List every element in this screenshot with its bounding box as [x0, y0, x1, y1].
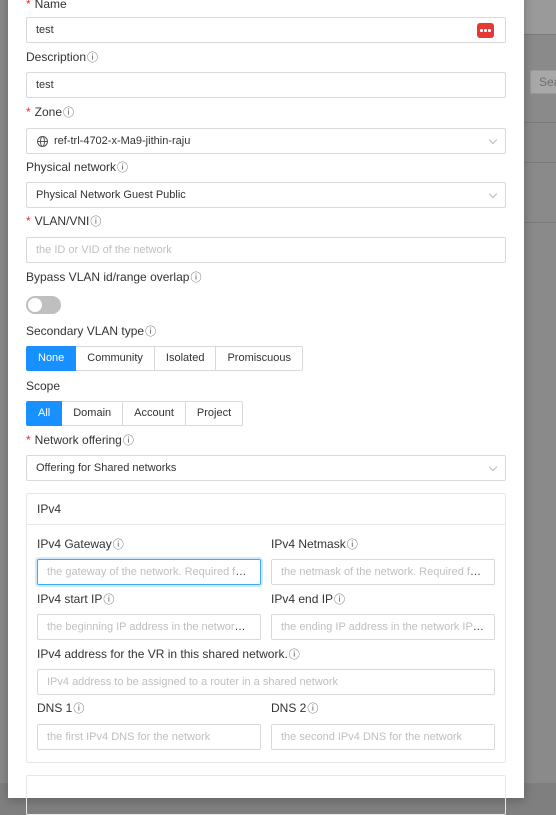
- info-icon[interactable]: ⓘ: [117, 162, 128, 174]
- dns2-input[interactable]: the second IPv4 DNS for the network: [271, 724, 495, 750]
- secondary-vlan-label: Secondary VLAN typeⓘ: [26, 324, 157, 338]
- ipv4-router-ip-input[interactable]: IPv4 address to be assigned to a router …: [37, 669, 495, 695]
- scope-group: All Domain Account Project: [26, 401, 244, 426]
- physical-network-select[interactable]: Physical Network Guest Public: [26, 182, 506, 208]
- dns1-label: DNS 1ⓘ: [37, 701, 85, 715]
- info-icon[interactable]: ⓘ: [123, 435, 134, 447]
- scope-option-account[interactable]: Account: [122, 401, 186, 426]
- vlan-input[interactable]: the ID or VID of the network: [26, 237, 506, 263]
- bypass-vlan-label: Bypass VLAN id/range overlapⓘ: [26, 270, 202, 284]
- ipv4-end-ip-input[interactable]: the ending IP address in the network IPv…: [271, 614, 495, 640]
- ipv6-card: [26, 775, 506, 815]
- info-icon[interactable]: ⓘ: [87, 52, 98, 64]
- secondary-vlan-type-group: None Community Isolated Promiscuous: [26, 346, 304, 371]
- physical-network-label: Physical networkⓘ: [26, 160, 129, 174]
- ipv4-end-ip-label: IPv4 end IPⓘ: [271, 592, 346, 606]
- network-offering-label: * Network offeringⓘ: [26, 433, 134, 447]
- background-divider: [524, 122, 556, 123]
- scope-option-project[interactable]: Project: [184, 401, 244, 426]
- info-icon[interactable]: ⓘ: [334, 594, 345, 606]
- globe-icon: [37, 136, 48, 147]
- ipv4-netmask-label: IPv4 Netmaskⓘ: [271, 537, 358, 551]
- zone-label: * Zoneⓘ: [26, 105, 75, 119]
- network-offering-select[interactable]: Offering for Shared networks: [26, 455, 506, 481]
- background-divider: [524, 162, 556, 163]
- zone-select[interactable]: ref-trl-4702-x-Ma9-jithin-raju: [26, 128, 506, 154]
- ipv4-card: IPv4 IPv4 Gatewayⓘ the gateway of the ne…: [26, 493, 506, 763]
- toggle-knob: [28, 298, 42, 312]
- background-header: [524, 0, 556, 34]
- secondary-vlan-option-community[interactable]: Community: [75, 346, 155, 371]
- name-input[interactable]: test: [26, 17, 506, 43]
- info-icon[interactable]: ⓘ: [113, 539, 124, 551]
- scope-option-domain[interactable]: Domain: [61, 401, 124, 426]
- ipv4-netmask-input[interactable]: the netmask of the network. Required for…: [271, 559, 495, 585]
- name-label: * Name: [26, 0, 67, 11]
- ipv4-start-ip-input[interactable]: the beginning IP address in the network …: [37, 614, 261, 640]
- description-label: Descriptionⓘ: [26, 50, 99, 64]
- chevron-down-icon: [488, 462, 498, 472]
- vlan-label: * VLAN/VNIⓘ: [26, 214, 102, 228]
- chevron-down-icon: [488, 135, 498, 145]
- ipv4-card-title: IPv4: [27, 494, 505, 525]
- info-icon[interactable]: ⓘ: [289, 649, 300, 661]
- background-divider: [524, 34, 556, 35]
- ipv4-gateway-input[interactable]: the gateway of the network. Required for…: [37, 559, 261, 585]
- info-icon[interactable]: ⓘ: [347, 539, 358, 551]
- scope-label: Scope: [26, 379, 61, 393]
- secondary-vlan-option-isolated[interactable]: Isolated: [153, 346, 217, 371]
- create-network-modal: * Name test Descriptionⓘ test * Zoneⓘ ref-…: [8, 0, 524, 815]
- background-search-input: Sea: [530, 70, 556, 94]
- info-icon[interactable]: ⓘ: [103, 594, 114, 606]
- dns2-label: DNS 2ⓘ: [271, 701, 319, 715]
- background-divider: [524, 222, 556, 223]
- info-icon[interactable]: ⓘ: [63, 107, 74, 119]
- info-icon[interactable]: ⓘ: [307, 703, 318, 715]
- secondary-vlan-option-none[interactable]: None: [26, 346, 77, 371]
- ipv4-gateway-label: IPv4 Gatewayⓘ: [37, 537, 124, 551]
- ipv4-start-ip-label: IPv4 start IPⓘ: [37, 592, 115, 606]
- info-icon[interactable]: ⓘ: [190, 272, 201, 284]
- scope-option-all[interactable]: All: [26, 401, 63, 426]
- password-manager-icon[interactable]: [477, 23, 494, 38]
- description-input[interactable]: test: [26, 72, 506, 98]
- secondary-vlan-option-promiscuous[interactable]: Promiscuous: [215, 346, 304, 371]
- chevron-down-icon: [488, 189, 498, 199]
- bypass-vlan-toggle[interactable]: [26, 296, 61, 314]
- info-icon[interactable]: ⓘ: [145, 326, 156, 338]
- ipv4-router-ip-label: IPv4 address for the VR in this shared n…: [37, 647, 300, 661]
- dns1-input[interactable]: the first IPv4 DNS for the network: [37, 724, 261, 750]
- info-icon[interactable]: ⓘ: [73, 703, 84, 715]
- info-icon[interactable]: ⓘ: [90, 216, 101, 228]
